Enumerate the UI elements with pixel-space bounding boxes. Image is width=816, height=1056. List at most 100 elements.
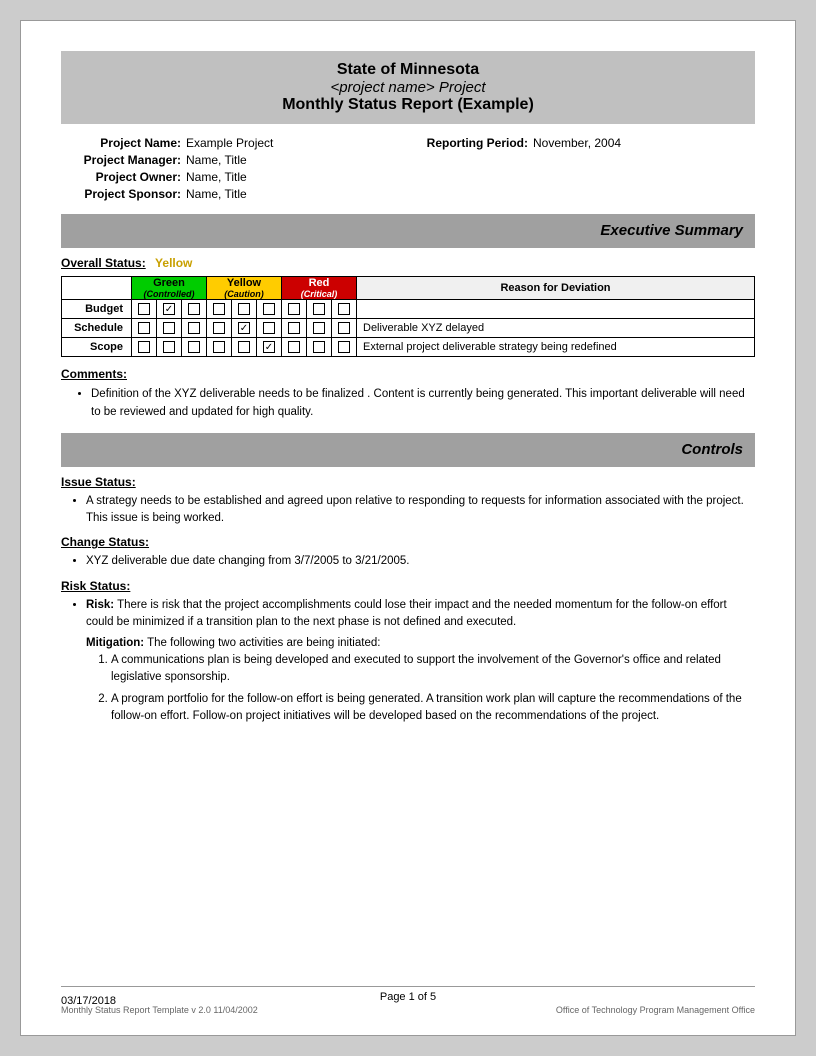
footer-row: 03/17/2018 Page 1 of 5 bbox=[61, 991, 755, 1003]
risk-status-label: Risk Status: bbox=[61, 579, 755, 593]
change-bullets: XYZ deliverable due date changing from 3… bbox=[61, 553, 755, 570]
list-item: Risk: There is risk that the project acc… bbox=[86, 597, 755, 632]
reason-header: Reason for Deviation bbox=[357, 277, 755, 300]
project-owner-row: Project Owner: Name, Title bbox=[61, 170, 408, 184]
project-name: <project name> Project bbox=[81, 79, 735, 96]
office-label: Office of Technology Program Management … bbox=[556, 1005, 755, 1015]
risk-bold-label: Risk: bbox=[86, 599, 114, 611]
project-owner-label: Project Owner: bbox=[61, 170, 181, 184]
list-item: Definition of the XYZ deliverable needs … bbox=[91, 386, 755, 421]
project-manager-row: Project Manager: Name, Title bbox=[61, 153, 408, 167]
schedule-reason: Deliverable XYZ delayed bbox=[357, 319, 755, 338]
issue-status-label: Issue Status: bbox=[61, 475, 755, 489]
budget-red-2 bbox=[313, 303, 325, 315]
mitigation-label: Mitigation: bbox=[86, 637, 144, 649]
list-item: A strategy needs to be established and a… bbox=[86, 493, 755, 528]
list-item: XYZ deliverable due date changing from 3… bbox=[86, 553, 755, 570]
page: State of Minnesota <project name> Projec… bbox=[20, 20, 796, 1036]
yellow-sub-header: (Caution) bbox=[207, 289, 281, 299]
scope-red-1 bbox=[288, 341, 300, 353]
scope-yellow-2 bbox=[238, 341, 250, 353]
budget-reason bbox=[357, 300, 755, 319]
budget-yellow-2 bbox=[238, 303, 250, 315]
reporting-period-label: Reporting Period: bbox=[408, 136, 528, 150]
risk-text: There is risk that the project accomplis… bbox=[86, 599, 727, 628]
green-header: Green bbox=[132, 277, 206, 289]
project-sponsor-row: Project Sponsor: Name, Title bbox=[61, 187, 408, 201]
controls-banner: Controls bbox=[61, 433, 755, 467]
project-sponsor-label: Project Sponsor: bbox=[61, 187, 181, 201]
overall-status-value: Yellow bbox=[155, 256, 192, 270]
schedule-red-2 bbox=[313, 322, 325, 334]
issue-bullets: A strategy needs to be established and a… bbox=[61, 493, 755, 528]
list-item: A communications plan is being developed… bbox=[111, 652, 755, 687]
table-row: Schedule ✓ Deliverable XYZ delayed bbox=[62, 319, 755, 338]
page-label: Page 1 of 5 bbox=[380, 991, 436, 1003]
executive-summary-banner: Executive Summary bbox=[61, 214, 755, 248]
scope-yellow-3: ✓ bbox=[263, 341, 275, 353]
project-owner-value: Name, Title bbox=[186, 170, 247, 184]
change-status-label: Change Status: bbox=[61, 535, 755, 549]
schedule-yellow-2: ✓ bbox=[238, 322, 250, 334]
scope-reason: External project deliverable strategy be… bbox=[357, 338, 755, 357]
header-banner: State of Minnesota <project name> Projec… bbox=[61, 51, 755, 124]
schedule-red-1 bbox=[288, 322, 300, 334]
executive-summary-label: Executive Summary bbox=[600, 222, 743, 239]
table-row: Scope ✓ External project deliverable str… bbox=[62, 338, 755, 357]
project-manager-label: Project Manager: bbox=[61, 153, 181, 167]
mitigation-list: A communications plan is being developed… bbox=[86, 652, 755, 725]
scope-green-1 bbox=[138, 341, 150, 353]
comments-list: Definition of the XYZ deliverable needs … bbox=[61, 386, 755, 421]
report-title: Monthly Status Report (Example) bbox=[81, 96, 735, 114]
footer-page: Page 1 of 5 bbox=[61, 991, 755, 1003]
reporting-period-row: Reporting Period: November, 2004 bbox=[408, 136, 755, 150]
schedule-green-3 bbox=[188, 322, 200, 334]
mitigation-intro: The following two activities are being i… bbox=[144, 637, 380, 649]
schedule-yellow-1 bbox=[213, 322, 225, 334]
red-sub-header: (Critical) bbox=[282, 289, 356, 299]
scope-green-2 bbox=[163, 341, 175, 353]
overall-status-label: Overall Status: bbox=[61, 256, 146, 270]
budget-red-3 bbox=[338, 303, 350, 315]
schedule-label: Schedule bbox=[62, 319, 132, 338]
red-header: Red bbox=[282, 277, 356, 289]
scope-green-3 bbox=[188, 341, 200, 353]
footer-bottom: Monthly Status Report Template v 2.0 11/… bbox=[61, 1005, 755, 1015]
budget-green-2: ✓ bbox=[163, 303, 175, 315]
footer-date: 03/17/2018 bbox=[61, 995, 116, 1007]
schedule-green-2 bbox=[163, 322, 175, 334]
page-footer: 03/17/2018 Page 1 of 5 Monthly Status Re… bbox=[61, 986, 755, 1015]
project-info-right: Reporting Period: November, 2004 bbox=[408, 136, 755, 204]
controls-label: Controls bbox=[681, 441, 743, 458]
budget-yellow-1 bbox=[213, 303, 225, 315]
budget-yellow-3 bbox=[263, 303, 275, 315]
table-row: Budget ✓ bbox=[62, 300, 755, 319]
yellow-header: Yellow bbox=[207, 277, 281, 289]
schedule-yellow-3 bbox=[263, 322, 275, 334]
schedule-red-3 bbox=[338, 322, 350, 334]
green-sub-header: (Controlled) bbox=[132, 289, 206, 299]
budget-green-3 bbox=[188, 303, 200, 315]
state-name: State of Minnesota bbox=[81, 61, 735, 79]
scope-red-3 bbox=[338, 341, 350, 353]
project-name-label: Project Name: bbox=[61, 136, 181, 150]
project-info-left: Project Name: Example Project Project Ma… bbox=[61, 136, 408, 204]
project-manager-value: Name, Title bbox=[186, 153, 247, 167]
project-name-row: Project Name: Example Project bbox=[61, 136, 408, 150]
controls-section: Issue Status: A strategy needs to be est… bbox=[61, 475, 755, 725]
budget-green-1 bbox=[138, 303, 150, 315]
budget-red-1 bbox=[288, 303, 300, 315]
budget-label: Budget bbox=[62, 300, 132, 319]
mitigation-section: Mitigation: The following two activities… bbox=[61, 637, 755, 725]
status-table: Green (Controlled) Yellow (Caution) Red … bbox=[61, 276, 755, 357]
scope-red-2 bbox=[313, 341, 325, 353]
comments-label: Comments: bbox=[61, 367, 755, 381]
overall-status-row: Overall Status: Yellow bbox=[61, 256, 755, 270]
project-sponsor-value: Name, Title bbox=[186, 187, 247, 201]
risk-bullets: Risk: There is risk that the project acc… bbox=[61, 597, 755, 632]
schedule-green-1 bbox=[138, 322, 150, 334]
project-info: Project Name: Example Project Project Ma… bbox=[61, 136, 755, 204]
project-name-value: Example Project bbox=[186, 136, 273, 150]
scope-label: Scope bbox=[62, 338, 132, 357]
scope-yellow-1 bbox=[213, 341, 225, 353]
